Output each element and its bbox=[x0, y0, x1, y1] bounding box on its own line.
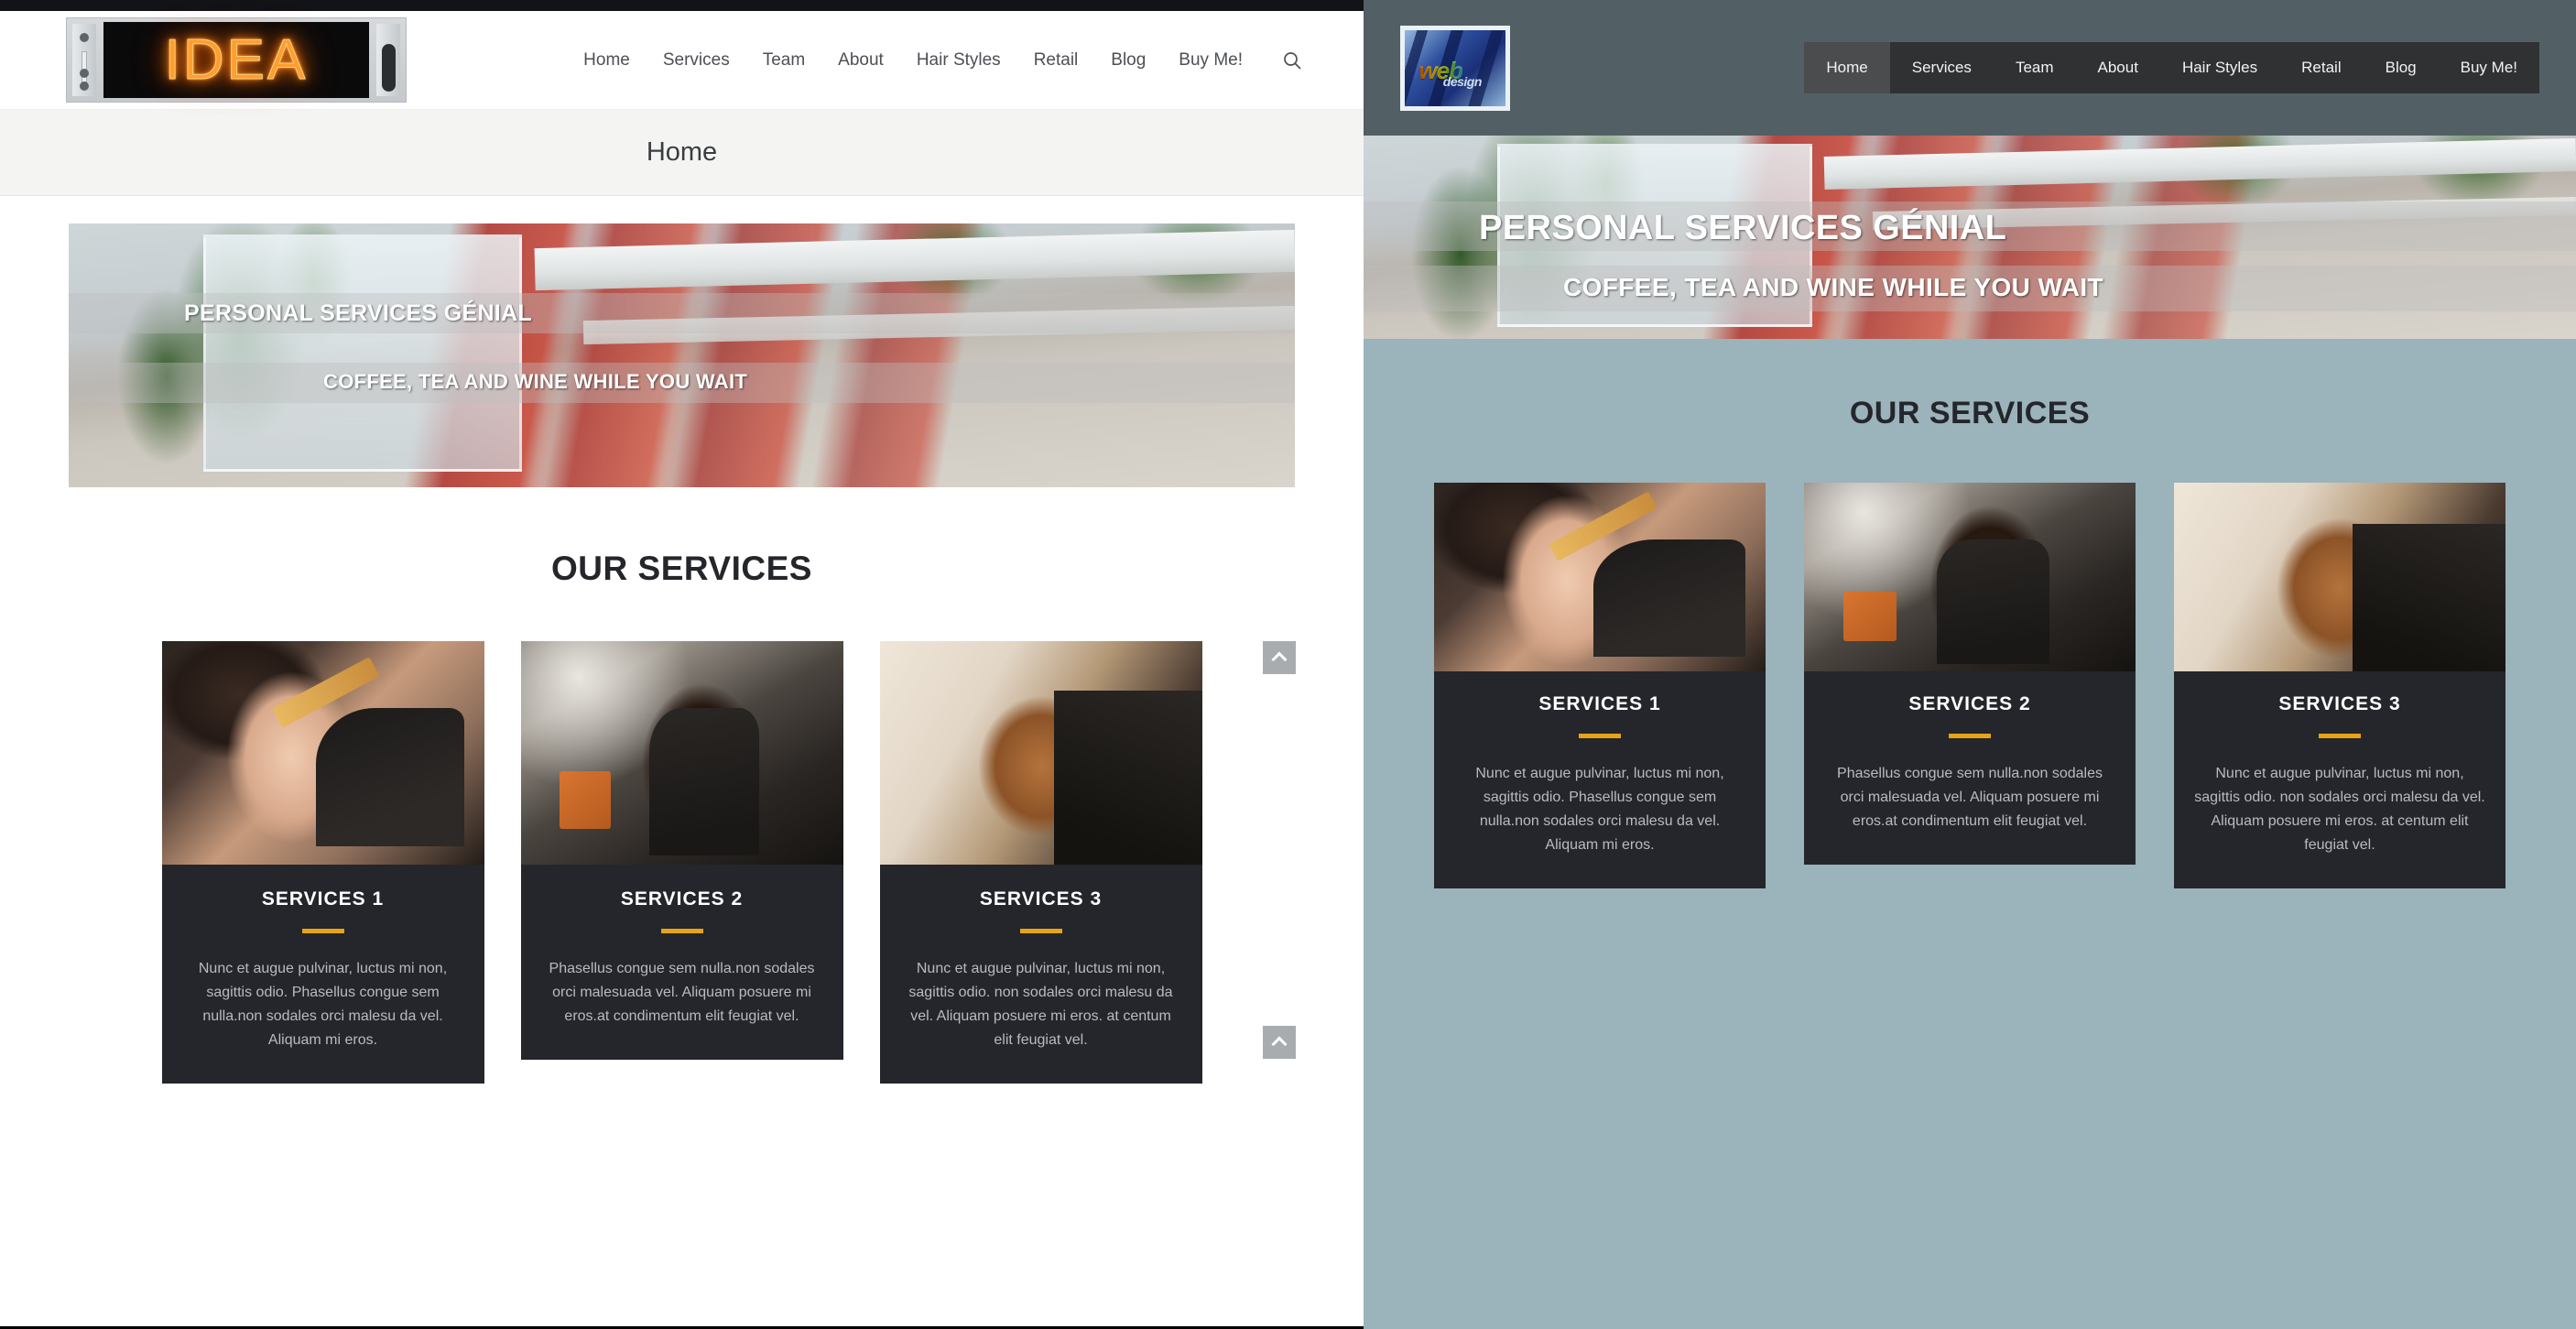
nav-item-hair-styles[interactable]: Hair Styles bbox=[2160, 42, 2279, 93]
hero-shelf bbox=[1823, 138, 2576, 190]
service-card[interactable]: SERVICES 3 Nunc et augue pulvinar, luctu… bbox=[879, 641, 1202, 1084]
service-card-image bbox=[1804, 483, 2136, 671]
search-icon[interactable] bbox=[1281, 49, 1303, 71]
right-primary-nav: Home Services Team About Hair Styles Ret… bbox=[1804, 42, 2539, 93]
services-card-grid: SERVICES 1 Nunc et augue pulvinar, luctu… bbox=[0, 641, 1364, 1084]
nav-item-buy-me[interactable]: Buy Me! bbox=[2439, 42, 2539, 93]
service-card-image bbox=[161, 641, 484, 865]
service-card[interactable]: SERVICES 1 Nunc et augue pulvinar, luctu… bbox=[1434, 483, 1766, 888]
scroll-to-top-button[interactable] bbox=[1263, 641, 1296, 674]
service-card-body: SERVICES 1 Nunc et augue pulvinar, luctu… bbox=[1434, 671, 1766, 888]
web-design-logo[interactable]: web design bbox=[1400, 25, 1510, 111]
left-desktop-preview: IDEA Home Services Team About Hair Style… bbox=[0, 0, 1364, 1329]
service-card-title: SERVICES 3 bbox=[2278, 693, 2401, 714]
service-card-accent-rule bbox=[2319, 734, 2361, 738]
sign-dot bbox=[80, 69, 89, 78]
service-card-accent-rule bbox=[1949, 734, 1991, 738]
nav-item-team[interactable]: Team bbox=[1994, 42, 2076, 93]
nav-item-team[interactable]: Team bbox=[763, 50, 805, 71]
service-card-text: Phasellus congue sem nulla.non sodales o… bbox=[549, 961, 815, 1024]
service-card-title: SERVICES 3 bbox=[979, 888, 1103, 910]
nav-item-services[interactable]: Services bbox=[1890, 42, 1994, 93]
hero-subtitle: COFFEE, TEA AND WINE WHILE YOU WAIT bbox=[1563, 273, 2104, 301]
service-card[interactable]: SERVICES 2 Phasellus congue sem nulla.no… bbox=[520, 641, 843, 1084]
right-alt-preview: web design Home Services Team About Hair… bbox=[1364, 0, 2576, 1329]
logo-text: IDEA bbox=[164, 28, 309, 93]
nav-item-about[interactable]: About bbox=[838, 50, 884, 71]
nav-item-retail[interactable]: Retail bbox=[2279, 42, 2363, 93]
left-site-header: IDEA Home Services Team About Hair Style… bbox=[0, 11, 1364, 110]
service-card-body: SERVICES 1 Nunc et augue pulvinar, luctu… bbox=[161, 865, 484, 1084]
service-card-text: Phasellus congue sem nulla.non sodales o… bbox=[1837, 766, 2103, 829]
services-card-grid: SERVICES 1 Nunc et augue pulvinar, luctu… bbox=[1364, 483, 2576, 888]
sign-dot bbox=[80, 82, 89, 91]
left-primary-nav: Home Services Team About Hair Styles Ret… bbox=[583, 49, 1303, 71]
nav-item-home[interactable]: Home bbox=[583, 50, 630, 71]
service-card-image bbox=[2174, 483, 2505, 671]
chevron-up-icon bbox=[1271, 1036, 1288, 1052]
right-site-header: web design Home Services Team About Hair… bbox=[1364, 0, 2576, 136]
service-card-text: Nunc et augue pulvinar, luctus mi non, s… bbox=[1475, 766, 1724, 853]
hero-shelf bbox=[534, 230, 1295, 291]
service-card-text: Nunc et augue pulvinar, luctus mi non, s… bbox=[198, 961, 448, 1048]
service-card-body: SERVICES 3 Nunc et augue pulvinar, luctu… bbox=[879, 865, 1202, 1084]
logo-subwordmark: design bbox=[1442, 73, 1483, 89]
sign-rail-right bbox=[376, 24, 400, 96]
breadcrumb-label: Home bbox=[646, 137, 718, 167]
service-card-image bbox=[879, 641, 1202, 865]
chevron-up-icon bbox=[1271, 651, 1288, 668]
service-card-accent-rule bbox=[660, 929, 703, 933]
sign-rail-left bbox=[72, 24, 96, 96]
service-card-accent-rule bbox=[1019, 929, 1062, 933]
service-card[interactable]: SERVICES 3 Nunc et augue pulvinar, luctu… bbox=[2174, 483, 2505, 888]
hero-window bbox=[203, 234, 523, 472]
hero-banner: PERSONAL SERVICES GÉNIAL COFFEE, TEA AND… bbox=[69, 223, 1295, 487]
nav-item-blog[interactable]: Blog bbox=[1111, 50, 1146, 71]
nav-item-services[interactable]: Services bbox=[663, 50, 730, 71]
service-card-body: SERVICES 3 Nunc et augue pulvinar, luctu… bbox=[2174, 671, 2505, 888]
sign-pill bbox=[382, 44, 396, 92]
service-card-accent-rule bbox=[1579, 734, 1621, 738]
service-card-image bbox=[520, 641, 843, 865]
service-card-body: SERVICES 2 Phasellus congue sem nulla.no… bbox=[520, 865, 843, 1060]
hero-title: PERSONAL SERVICES GÉNIAL bbox=[1479, 209, 2007, 247]
idea-neon-sign: IDEA bbox=[66, 17, 407, 103]
nav-item-about[interactable]: About bbox=[2076, 42, 2160, 93]
service-card-text: Nunc et augue pulvinar, luctus mi non, s… bbox=[908, 961, 1173, 1048]
breadcrumb: Home bbox=[0, 110, 1364, 196]
service-card[interactable]: SERVICES 2 Phasellus congue sem nulla.no… bbox=[1804, 483, 2136, 888]
left-page-body: PERSONAL SERVICES GÉNIAL COFFEE, TEA AND… bbox=[0, 223, 1364, 1084]
hero-image bbox=[69, 223, 1295, 487]
nav-item-home[interactable]: Home bbox=[1804, 42, 1890, 93]
hero-subtitle: COFFEE, TEA AND WINE WHILE YOU WAIT bbox=[323, 370, 748, 393]
section-title-our-services: OUR SERVICES bbox=[1849, 396, 2091, 430]
neon-face: IDEA bbox=[103, 22, 369, 98]
nav-item-hair-styles[interactable]: Hair Styles bbox=[917, 50, 1001, 71]
service-card-title: SERVICES 2 bbox=[1908, 693, 2031, 714]
scroll-to-top-button[interactable] bbox=[1263, 1026, 1296, 1059]
service-card[interactable]: SERVICES 1 Nunc et augue pulvinar, luctu… bbox=[161, 641, 484, 1084]
nav-item-buy-me[interactable]: Buy Me! bbox=[1179, 50, 1243, 71]
top-strip bbox=[0, 0, 1364, 11]
service-card-text: Nunc et augue pulvinar, luctus mi non, s… bbox=[2194, 766, 2485, 853]
hero-banner: PERSONAL SERVICES GÉNIAL COFFEE, TEA AND… bbox=[1364, 136, 2576, 339]
service-card-image bbox=[1434, 483, 1766, 671]
hero-title: PERSONAL SERVICES GÉNIAL bbox=[184, 300, 532, 326]
dual-preview-screen: IDEA Home Services Team About Hair Style… bbox=[0, 0, 2576, 1329]
service-card-title: SERVICES 1 bbox=[261, 888, 385, 910]
nav-item-blog[interactable]: Blog bbox=[2364, 42, 2439, 93]
section-title-our-services: OUR SERVICES bbox=[551, 550, 812, 587]
sign-dot bbox=[80, 33, 89, 42]
service-card-accent-rule bbox=[301, 929, 344, 933]
nav-item-retail[interactable]: Retail bbox=[1034, 50, 1079, 71]
service-card-title: SERVICES 2 bbox=[620, 888, 744, 910]
service-card-body: SERVICES 2 Phasellus congue sem nulla.no… bbox=[1804, 671, 2136, 865]
service-card-title: SERVICES 1 bbox=[1538, 693, 1661, 714]
site-logo[interactable]: IDEA bbox=[66, 17, 407, 103]
